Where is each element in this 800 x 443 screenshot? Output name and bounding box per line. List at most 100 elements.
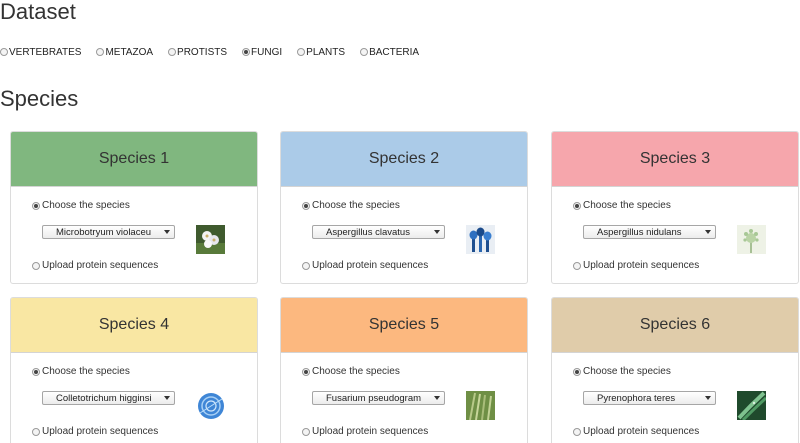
choose-species-radio[interactable] (32, 201, 40, 210)
dataset-option-label: VERTEBRATES (9, 46, 82, 58)
dataset-option-label: PLANTS (306, 46, 346, 58)
choose-species-option[interactable]: Choose the species (32, 366, 130, 377)
species-card-1: Species 1 Choose the species Microbotryu… (10, 131, 258, 284)
upload-sequences-option[interactable]: Upload protein sequences (32, 260, 158, 271)
species-select[interactable]: Aspergillus clavatus (312, 225, 445, 239)
blue-spores-icon (466, 225, 495, 254)
wheat-icon (466, 391, 495, 420)
choose-species-label: Choose the species (312, 200, 400, 211)
dataset-radio-plants[interactable] (297, 48, 306, 56)
species-select-value: Aspergillus nidulans (597, 226, 682, 238)
species-select-value: Pyrenophora teres (597, 392, 676, 404)
chevron-down-icon (164, 396, 170, 400)
choose-species-label: Choose the species (42, 366, 130, 377)
choose-species-option[interactable]: Choose the species (302, 366, 400, 377)
species-select[interactable]: Fusarium pseudogram (312, 391, 445, 405)
choose-species-option[interactable]: Choose the species (573, 366, 671, 377)
species-card-body: Choose the species Aspergillus clavatus (281, 187, 527, 283)
dataset-option-bacteria[interactable]: BACTERIA (360, 47, 419, 58)
species-select[interactable]: Microbotryum violaceu (42, 225, 175, 239)
chevron-down-icon (434, 230, 440, 234)
species-card-header: Species 5 (281, 298, 527, 353)
dataset-option-protists[interactable]: PROTISTS (168, 47, 227, 58)
upload-sequences-option[interactable]: Upload protein sequences (32, 426, 158, 437)
microscope-spore-icon (737, 225, 766, 254)
dataset-title: Dataset (0, 0, 76, 24)
upload-sequences-option[interactable]: Upload protein sequences (302, 260, 428, 271)
species-select-value: Microbotryum violaceu (56, 226, 152, 238)
choose-species-radio[interactable] (573, 201, 581, 210)
choose-species-label: Choose the species (583, 200, 671, 211)
species-card-5: Species 5 Choose the species Fusarium ps… (280, 297, 528, 443)
dataset-radio-bacteria[interactable] (360, 48, 369, 56)
green-leaf-icon (737, 391, 766, 420)
choose-species-option[interactable]: Choose the species (32, 200, 130, 211)
species-select-value: Colletotrichum higginsi (56, 392, 152, 404)
upload-sequences-label: Upload protein sequences (583, 260, 700, 271)
upload-sequences-label: Upload protein sequences (42, 260, 159, 271)
species-card-4: Species 4 Choose the species Colletotric… (10, 297, 258, 443)
species-card-header: Species 6 (552, 298, 798, 353)
upload-sequences-label: Upload protein sequences (583, 426, 700, 437)
chevron-down-icon (434, 396, 440, 400)
chevron-down-icon (164, 230, 170, 234)
dataset-radio-metazoa[interactable] (96, 48, 105, 56)
dataset-radio-fungi[interactable] (242, 48, 251, 56)
upload-sequences-radio[interactable] (573, 261, 581, 270)
chevron-down-icon (705, 230, 711, 234)
choose-species-label: Choose the species (312, 366, 400, 377)
species-card-body: Choose the species Colletotrichum higgin… (11, 353, 257, 443)
upload-sequences-radio[interactable] (573, 427, 581, 436)
species-card-2: Species 2 Choose the species Aspergillus… (280, 131, 528, 284)
upload-sequences-radio[interactable] (302, 261, 310, 270)
choose-species-radio[interactable] (573, 367, 581, 376)
dataset-option-label: PROTISTS (177, 46, 228, 58)
choose-species-label: Choose the species (42, 200, 130, 211)
choose-species-radio[interactable] (302, 201, 310, 210)
dataset-option-vertebrates[interactable]: VERTEBRATES (0, 47, 81, 58)
upload-sequences-label: Upload protein sequences (42, 426, 159, 437)
dataset-option-fungi[interactable]: FUNGI (242, 47, 282, 58)
choose-species-radio[interactable] (32, 367, 40, 376)
upload-sequences-radio[interactable] (32, 261, 40, 270)
choose-species-label: Choose the species (583, 366, 671, 377)
species-card-body: Choose the species Pyrenophora teres Upl… (552, 353, 798, 443)
dataset-radio-vertebrates[interactable] (0, 48, 8, 56)
page: Dataset VERTEBRATES METAZOA PROTISTS FUN… (0, 0, 800, 443)
species-card-body: Choose the species Fusarium pseudogram U… (281, 353, 527, 443)
upload-sequences-option[interactable]: Upload protein sequences (573, 260, 699, 271)
upload-sequences-option[interactable]: Upload protein sequences (573, 426, 699, 437)
dataset-option-label: BACTERIA (369, 46, 420, 58)
white-flower-icon (196, 225, 225, 254)
species-select[interactable]: Pyrenophora teres (583, 391, 716, 405)
blue-mycelium-icon (196, 391, 225, 420)
species-card-header: Species 4 (11, 298, 257, 353)
dataset-option-label: METAZOA (105, 46, 154, 58)
species-select[interactable]: Aspergillus nidulans (583, 225, 716, 239)
choose-species-radio[interactable] (302, 367, 310, 376)
species-select[interactable]: Colletotrichum higginsi (42, 391, 175, 405)
dataset-radio-protists[interactable] (168, 48, 177, 56)
chevron-down-icon (705, 396, 711, 400)
species-card-6: Species 6 Choose the species Pyrenophora… (551, 297, 799, 443)
dataset-option-metazoa[interactable]: METAZOA (96, 47, 153, 58)
species-card-3: Species 3 Choose the species Aspergillus… (551, 131, 799, 284)
choose-species-option[interactable]: Choose the species (573, 200, 671, 211)
dataset-option-plants[interactable]: PLANTS (297, 47, 345, 58)
species-select-value: Aspergillus clavatus (326, 226, 410, 238)
dataset-option-label: FUNGI (251, 46, 283, 58)
species-card-body: Choose the species Microbotryum violaceu (11, 187, 257, 283)
upload-sequences-option[interactable]: Upload protein sequences (302, 426, 428, 437)
species-card-header: Species 2 (281, 132, 527, 187)
choose-species-option[interactable]: Choose the species (302, 200, 400, 211)
species-select-value: Fusarium pseudogram (326, 392, 422, 404)
upload-sequences-label: Upload protein sequences (312, 426, 429, 437)
species-card-header: Species 3 (552, 132, 798, 187)
species-card-header: Species 1 (11, 132, 257, 187)
species-title: Species (0, 86, 79, 111)
upload-sequences-radio[interactable] (302, 427, 310, 436)
upload-sequences-radio[interactable] (32, 427, 40, 436)
species-card-body: Choose the species Aspergillus nidulans (552, 187, 798, 283)
dataset-options: VERTEBRATES METAZOA PROTISTS FUNGI PLANT… (0, 45, 434, 59)
upload-sequences-label: Upload protein sequences (312, 260, 429, 271)
